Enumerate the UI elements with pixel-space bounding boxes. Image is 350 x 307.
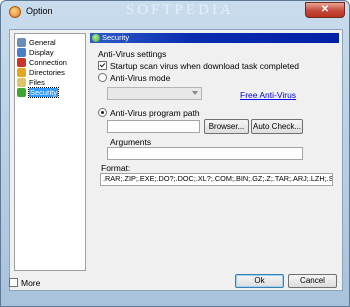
file-icon — [17, 78, 26, 88]
antivirus-mode-select[interactable] — [107, 87, 202, 100]
connection-icon — [17, 58, 26, 68]
close-button[interactable]: ✕ — [305, 2, 345, 18]
sidebar-item-label: General — [29, 37, 56, 47]
section-header: Security — [90, 33, 339, 43]
antivirus-path-input[interactable] — [107, 120, 200, 133]
more-checkbox[interactable] — [9, 278, 18, 287]
display-icon — [17, 48, 26, 58]
format-label: Format: — [101, 163, 131, 173]
startup-scan-checkbox[interactable] — [98, 61, 107, 70]
chevron-down-icon — [192, 91, 198, 95]
format-input[interactable]: .RAR;.ZIP;.EXE;.DO?;.DOC;.XL?;.COM;.BIN;… — [100, 173, 333, 186]
antivirus-path-radio[interactable] — [98, 108, 107, 117]
settings-tree[interactable]: General Display Connection Directories F… — [14, 33, 86, 271]
antivirus-settings-label: Anti-Virus settings — [98, 49, 167, 59]
antivirus-path-label: Anti-Virus program path — [110, 108, 200, 118]
security-icon — [92, 34, 100, 42]
sidebar-item-security[interactable]: Security — [17, 86, 60, 98]
app-icon — [9, 6, 21, 18]
folder-icon — [17, 68, 26, 78]
security-icon — [17, 88, 26, 98]
section-title: Security — [102, 33, 130, 42]
sidebar-item-files[interactable]: Files — [17, 77, 45, 88]
startup-scan-label: Startup scan virus when download task co… — [110, 61, 299, 71]
free-antivirus-link[interactable]: Free Anti-Virus — [240, 90, 296, 100]
window-title: Option — [26, 6, 53, 16]
cancel-button[interactable]: Cancel — [288, 274, 337, 288]
browse-button[interactable]: Browser... — [204, 119, 249, 134]
sidebar-item-label: Security — [27, 86, 60, 98]
more-label: More — [21, 278, 41, 288]
arguments-label: Arguments — [110, 137, 152, 147]
antivirus-mode-radio[interactable] — [98, 73, 107, 82]
sidebar-item-general[interactable]: General — [17, 37, 56, 48]
ok-button[interactable]: Ok — [235, 274, 284, 288]
dialog-body: General Display Connection Directories F… — [9, 29, 343, 291]
settings-icon — [17, 38, 26, 48]
security-panel: Security Anti-Virus settings Startup sca… — [90, 33, 339, 271]
option-window: Option SOFTPEDIA ✕ General Display Conne… — [0, 0, 350, 307]
sidebar-item-directories[interactable]: Directories — [17, 67, 65, 78]
arguments-input[interactable] — [107, 147, 303, 160]
close-icon: ✕ — [320, 4, 330, 15]
sidebar-item-label: Directories — [29, 67, 65, 77]
watermark: SOFTPEDIA — [126, 2, 234, 18]
sidebar-item-connection[interactable]: Connection — [17, 57, 67, 68]
sidebar-item-display[interactable]: Display — [17, 47, 54, 58]
auto-check-button[interactable]: Auto Check... — [251, 119, 303, 134]
sidebar-item-label: Display — [29, 47, 54, 57]
title-bar[interactable]: Option SOFTPEDIA ✕ — [1, 1, 349, 23]
sidebar-item-label: Files — [29, 77, 45, 87]
sidebar-item-label: Connection — [29, 57, 67, 67]
antivirus-mode-label: Anti-Virus mode — [110, 73, 171, 83]
